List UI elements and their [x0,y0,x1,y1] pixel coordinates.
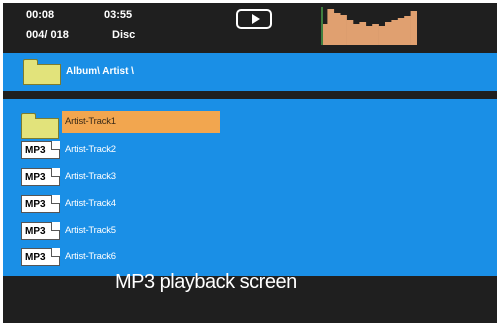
spectrum-bar [391,20,399,45]
folder-icon [23,59,61,85]
track-label: Artist-Track4 [65,198,116,209]
spectrum-bar [404,16,411,45]
spectrum-bar [365,26,373,45]
screen-caption: MP3 playback screen [115,271,297,293]
mp3-badge: MP3 [25,226,46,237]
track-label: Artist-Track1 [65,116,116,127]
mp3-file-icon: MP3 [21,222,60,240]
list-item[interactable]: MP3 Artist-Track2 [3,139,497,161]
spectrum-bar [359,22,367,45]
spectrum-bar [327,9,335,45]
spectrum-bar [340,15,347,45]
list-item[interactable]: MP3 Artist-Track4 [3,193,497,215]
spectrum-bar [397,18,405,45]
spectrum-bar [378,26,386,45]
list-item[interactable]: Artist-Track1 [3,111,497,139]
track-label: Artist-Track6 [65,251,116,262]
file-list: Artist-Track1 MP3 Artist-Track2 MP3 Arti… [3,99,497,276]
spectrum-analyzer [321,7,417,45]
spectrum-bar [333,13,341,45]
spectrum-bar [346,20,354,45]
track-counter: 004/ 018 [26,29,69,41]
elapsed-time: 00:08 [26,9,55,21]
mp3-badge: MP3 [25,199,46,210]
mp3-badge: MP3 [25,172,46,183]
mp3-badge: MP3 [25,252,46,263]
player-screen: 00:08 03:55 004/ 018 Disc Album\ Artist … [3,3,497,323]
spectrum-bar [385,22,392,45]
spectrum-bar [410,11,417,45]
mp3-file-icon: MP3 [21,141,60,159]
path-bar: Album\ Artist \ [3,53,497,91]
mp3-file-icon: MP3 [21,168,60,186]
current-path: Album\ Artist \ [66,66,134,77]
folder-icon [21,113,59,139]
mp3-file-icon: MP3 [21,248,60,266]
list-item[interactable]: MP3 Artist-Track6 [3,246,497,268]
source-mode: Disc [112,29,136,41]
total-time: 03:55 [104,9,133,21]
track-label: Artist-Track3 [65,171,116,182]
spectrum-bar [353,24,360,45]
spectrum-bar [372,24,379,45]
play-icon[interactable] [236,9,272,29]
spectrum-marker [321,7,323,45]
mp3-file-icon: MP3 [21,195,60,213]
mp3-badge: MP3 [25,145,46,156]
track-label: Artist-Track5 [65,225,116,236]
play-triangle [252,14,260,24]
track-label: Artist-Track2 [65,144,116,155]
list-item[interactable]: MP3 Artist-Track5 [3,220,497,242]
list-item[interactable]: MP3 Artist-Track3 [3,166,497,188]
